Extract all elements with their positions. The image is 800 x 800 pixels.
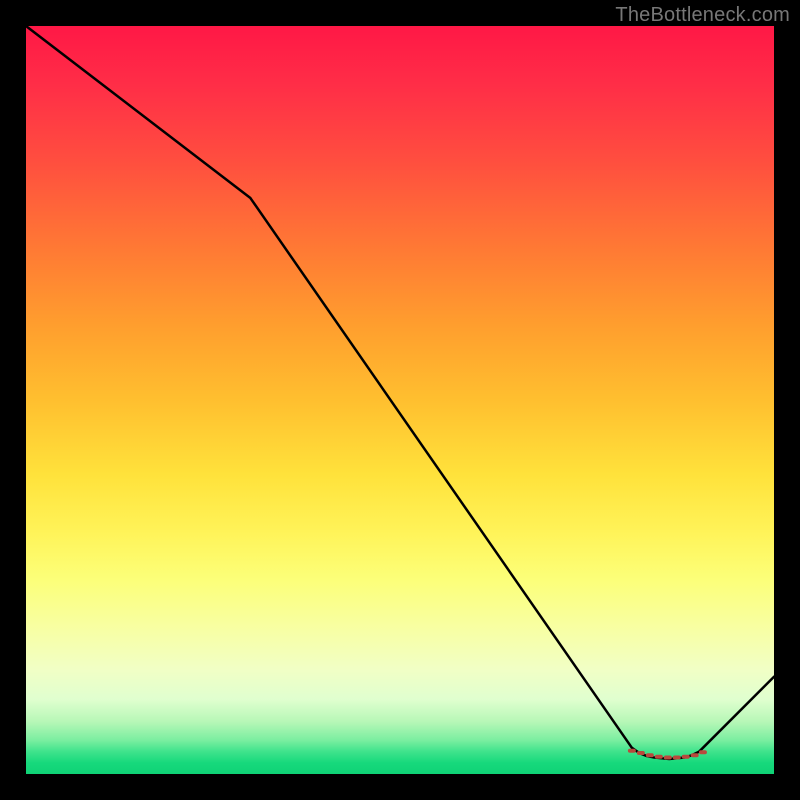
- curve-path: [26, 26, 774, 759]
- chart-frame: TheBottleneck.com: [0, 0, 800, 800]
- trough-dot: [673, 756, 681, 760]
- trough-dot: [682, 755, 690, 759]
- line-series: [26, 26, 774, 759]
- trough-markers: [628, 749, 707, 760]
- trough-dot: [646, 753, 654, 757]
- trough-dot: [655, 755, 663, 759]
- trough-dot: [699, 750, 707, 754]
- plot-area: [26, 26, 774, 774]
- trough-dot: [628, 749, 636, 753]
- chart-svg: [26, 26, 774, 774]
- watermark-text: TheBottleneck.com: [615, 4, 790, 27]
- trough-dot: [637, 751, 645, 755]
- trough-dot: [691, 753, 699, 757]
- trough-dot: [664, 756, 672, 760]
